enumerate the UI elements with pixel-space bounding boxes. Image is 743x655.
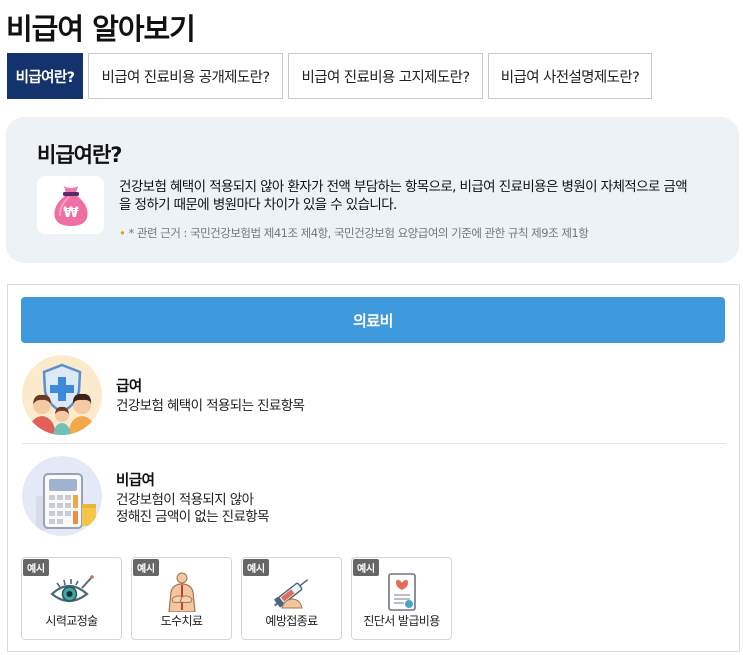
reference-text: * 관련 근거 : 국민건강보험법 제41조 제4항, 국민건강보험 요양급여의… [128,226,589,240]
legal-reference: • * 관련 근거 : 국민건강보험법 제41조 제4항, 국민건강보험 요양급… [119,225,589,241]
example-badge: 예시 [133,559,159,576]
intro-panel: 비급여란? ₩ 건강보험 혜택이 적용되지 않아 환자가 전액 부담하는 항목으… [6,117,739,263]
intro-description: 건강보험 혜택이 적용되지 않아 환자가 전액 부담하는 항목으로, 비급여 진… [119,178,719,214]
example-label: 도수치료 [160,614,203,628]
example-item: 예시 진단서 발급비용 [351,557,452,640]
covered-row: 급여 건강보험 혜택이 적용되는 진료항목 [22,352,726,444]
tab-what-is-non-covered[interactable]: 비급여란? [7,53,83,99]
example-item: 예시 도수치료 [131,557,232,640]
non-covered-row: 비급여 건강보험이 적용되지 않아 정해진 금액이 없는 진료항목 [22,453,726,543]
non-covered-description-line1: 건강보험이 적용되지 않아 [116,492,254,508]
example-item: 예시 예방접종료 [241,557,342,640]
tab-prior-explanation[interactable]: 비급여 사전설명제도란? [488,53,652,99]
tab-bar: 비급여란? 비급여 진료비용 공개제도란? 비급여 진료비용 고지제도란? 비급… [7,53,652,99]
example-label: 진단서 발급비용 [363,614,440,628]
certificate-icon [378,572,426,612]
example-badge: 예시 [23,559,49,576]
medical-cost-card: 의료비 급여 건강보험 혜택이 적용되는 진료항목 비급여 건강보험이 적용되지… [7,284,740,652]
covered-description: 건강보험 혜택이 적용되는 진료항목 [116,398,305,414]
intro-description-line1: 건강보험 혜택이 적용되지 않아 환자가 전액 부담하는 항목으로, 비급여 진… [119,179,688,195]
money-bag-icon: ₩ [37,176,104,234]
intro-description-line2: 을 정하기 때문에 병원마다 차이가 있을 수 있습니다. [119,197,397,213]
calculator-icon [22,456,102,536]
svg-text:₩: ₩ [63,205,79,221]
example-badge: 예시 [353,559,379,576]
eye-surgery-icon [48,572,96,612]
example-label: 예방접종료 [265,614,318,628]
example-label: 시력교정술 [45,614,98,628]
covered-title: 급여 [116,379,142,395]
example-badge: 예시 [243,559,269,576]
example-list: 예시 시력교정술 예시 도수치료 예시 예방접종료 예시 진단서 발급비용 [21,557,452,640]
medical-cost-bar: 의료비 [21,297,725,343]
tab-cost-disclosure[interactable]: 비급여 진료비용 공개제도란? [88,53,283,99]
tab-cost-notice[interactable]: 비급여 진료비용 고지제도란? [288,53,483,99]
reference-bullet: • [119,226,126,240]
manual-therapy-icon [158,572,206,612]
syringe-icon [268,572,316,612]
non-covered-title: 비급여 [116,473,155,489]
non-covered-description-line2: 정해진 금액이 없는 진료항목 [116,509,270,525]
page-title: 비급여 알아보기 [6,12,196,46]
non-covered-description: 건강보험이 적용되지 않아 정해진 금액이 없는 진료항목 [116,492,270,526]
family-shield-icon [22,355,102,435]
example-item: 예시 시력교정술 [21,557,122,640]
intro-title: 비급여란? [37,143,122,167]
